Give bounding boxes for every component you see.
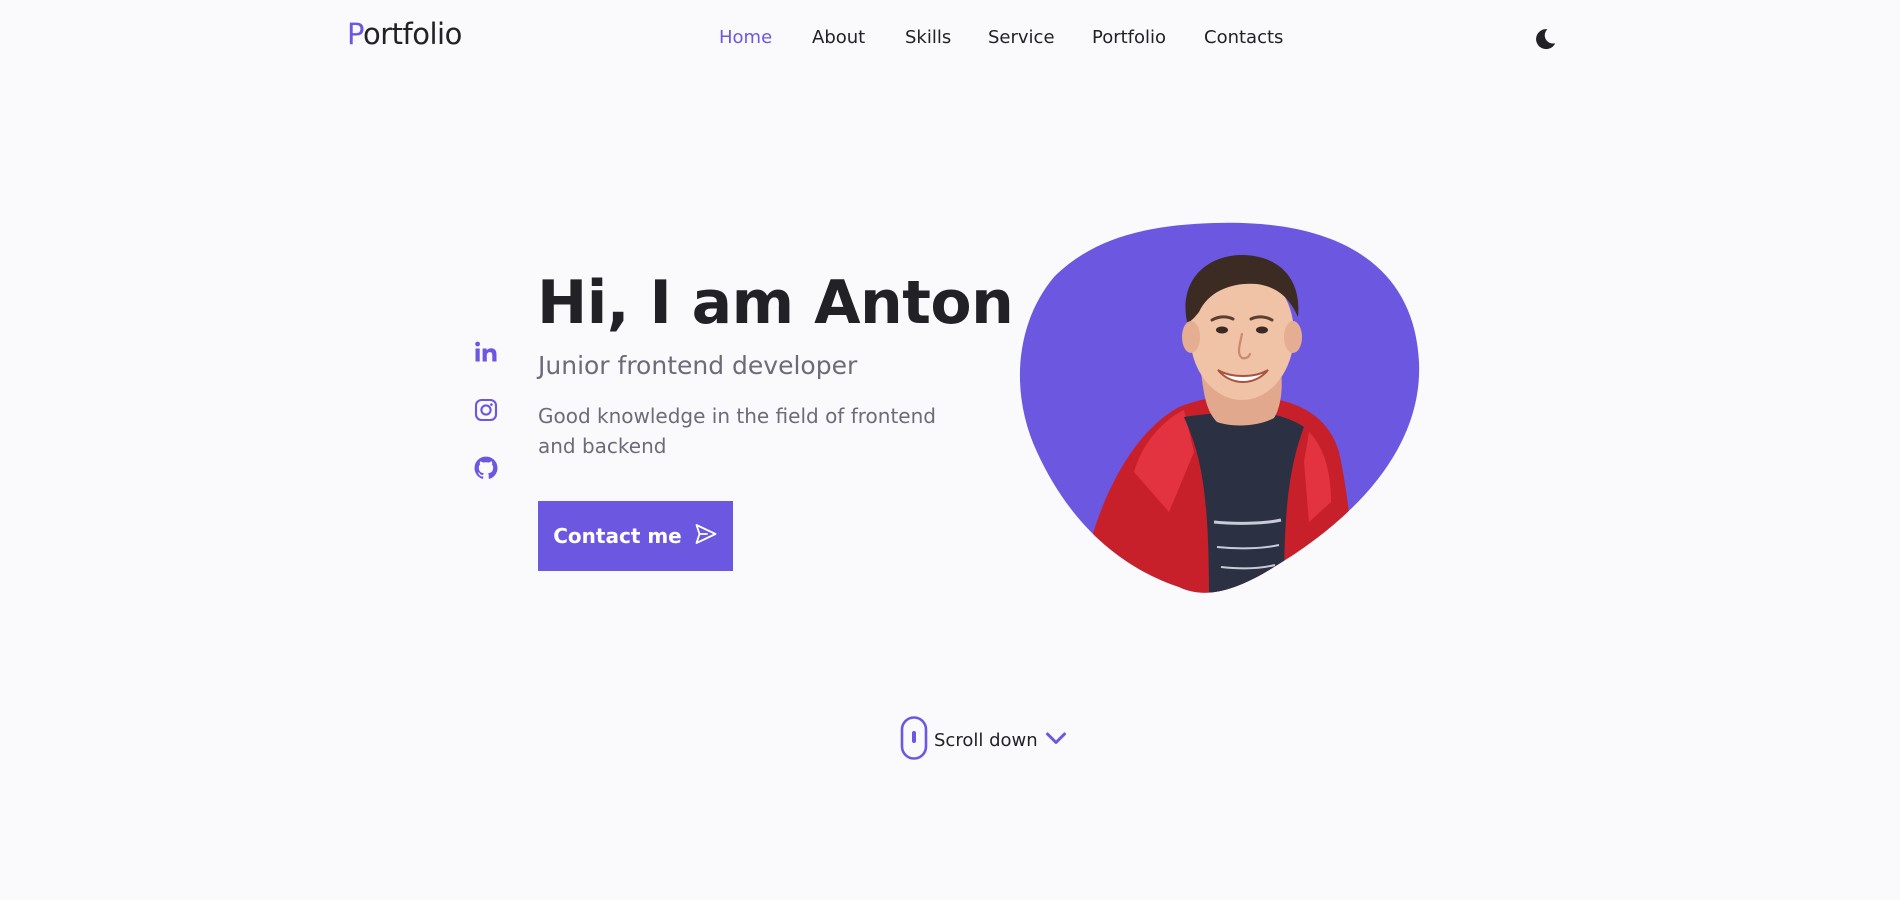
nav-item-portfolio[interactable]: Portfolio (1092, 26, 1166, 50)
hero-title: Hi, I am Anton (537, 268, 1014, 338)
instagram-icon[interactable] (470, 394, 502, 426)
profile-photo (1019, 222, 1420, 596)
mouse-icon (900, 716, 928, 764)
logo[interactable]: Portfolio (347, 17, 462, 51)
nav-item-contacts[interactable]: Contacts (1204, 26, 1283, 50)
hero-subtitle: Junior frontend developer (538, 351, 858, 380)
logo-initial: P (347, 17, 363, 51)
site-header: Portfolio Home About Skills Service Port… (0, 0, 1900, 76)
nav-item-about[interactable]: About (812, 26, 865, 50)
linkedin-icon[interactable] (470, 336, 502, 368)
scroll-down-label: Scroll down (934, 729, 1038, 751)
nav-item-home[interactable]: Home (719, 26, 772, 50)
chevron-down-icon (1044, 726, 1068, 754)
logo-text: ortfolio (362, 17, 462, 51)
scroll-down-link[interactable]: Scroll down (900, 716, 1068, 764)
github-icon[interactable] (470, 452, 502, 484)
send-icon (694, 522, 718, 551)
nav-item-service[interactable]: Service (988, 26, 1055, 50)
contact-me-button[interactable]: Contact me (538, 501, 733, 571)
hero-description: Good knowledge in the field of frontend … (538, 404, 936, 458)
moon-icon[interactable] (1532, 26, 1558, 52)
contact-me-label: Contact me (553, 524, 682, 548)
nav-item-skills[interactable]: Skills (905, 26, 951, 50)
